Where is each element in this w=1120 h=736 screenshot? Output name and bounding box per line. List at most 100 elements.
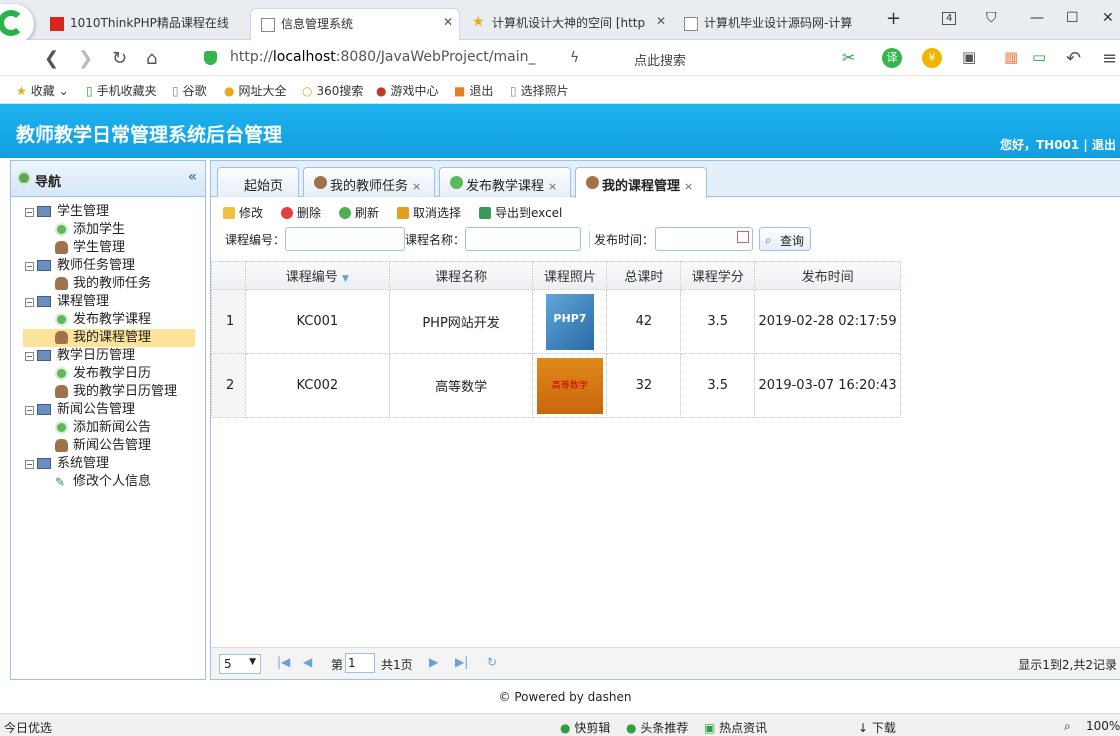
browser-logo-icon[interactable] bbox=[0, 4, 34, 44]
course-photo-image[interactable]: PHP7 bbox=[545, 293, 594, 350]
tree-item-my-courses[interactable]: 我的课程管理 bbox=[23, 329, 195, 347]
tab-my-courses[interactable]: 我的课程管理 × bbox=[575, 167, 707, 198]
browser-tab[interactable]: ★ 计算机设计大神的空间 [http ✕ bbox=[462, 8, 672, 40]
close-tab-icon[interactable]: × bbox=[548, 180, 557, 193]
column-header[interactable]: 课程照片 bbox=[532, 261, 608, 290]
course-name-input[interactable] bbox=[465, 227, 581, 251]
scissors-icon[interactable]: ✂ bbox=[842, 48, 855, 67]
course-photo-image[interactable]: 高等数学 bbox=[536, 357, 603, 414]
calendar-icon[interactable] bbox=[737, 231, 749, 243]
close-tab-icon[interactable]: ✕ bbox=[443, 15, 453, 29]
bookmark-item[interactable]: ▯ 选择照片 bbox=[510, 82, 569, 99]
status-item[interactable]: ↓ 下载 bbox=[858, 719, 896, 736]
first-page-icon[interactable]: |◀ bbox=[277, 655, 290, 669]
back-icon[interactable]: ❮ bbox=[44, 48, 59, 69]
column-header[interactable]: 课程编号 ▼ bbox=[244, 261, 390, 290]
close-tab-icon[interactable]: × bbox=[412, 180, 421, 193]
collapse-toggle-icon[interactable]: − bbox=[25, 208, 34, 217]
column-header[interactable]: 发布时间 bbox=[754, 261, 901, 290]
tree-group-system[interactable]: − 系统管理 bbox=[11, 455, 205, 473]
tree-item-student-manage[interactable]: 学生管理 bbox=[11, 239, 205, 257]
collapse-toggle-icon[interactable]: − bbox=[25, 262, 34, 271]
menu-icon[interactable]: ≡ bbox=[1102, 48, 1117, 69]
export-excel-button[interactable]: 导出到excel bbox=[479, 204, 562, 221]
tab-publish-course[interactable]: 发布教学课程 × bbox=[439, 167, 571, 197]
edit-button[interactable]: 修改 bbox=[223, 204, 263, 221]
tree-item-my-tasks[interactable]: 我的教师任务 bbox=[11, 275, 205, 293]
apps-icon[interactable]: ▦ bbox=[1004, 48, 1018, 66]
tab-home[interactable]: 起始页 bbox=[217, 167, 299, 197]
next-page-icon[interactable]: ▶ bbox=[429, 655, 438, 669]
column-header[interactable]: 总课时 bbox=[606, 261, 682, 290]
browser-tab[interactable]: 计算机毕业设计源码网-计算 bbox=[674, 8, 870, 40]
image-icon[interactable]: ▣ bbox=[962, 48, 976, 66]
tab-my-tasks[interactable]: 我的教师任务 × bbox=[303, 167, 435, 197]
column-header[interactable]: 课程学分 bbox=[680, 261, 756, 290]
home-icon[interactable]: ⌂ bbox=[146, 48, 157, 69]
shirt-icon[interactable]: ⛉ bbox=[986, 10, 997, 26]
prev-page-icon[interactable]: ◀ bbox=[303, 655, 312, 669]
coin-icon[interactable]: ¥ bbox=[922, 48, 942, 68]
new-tab-icon[interactable]: + bbox=[886, 8, 901, 29]
battery-icon[interactable]: ▭ bbox=[1032, 48, 1046, 66]
collapse-toggle-icon[interactable]: − bbox=[25, 298, 34, 307]
course-code-input[interactable] bbox=[285, 227, 405, 251]
table-row[interactable]: 2 KC002 高等数学 高等数学 32 3.5 2019-03-07 16:2… bbox=[211, 353, 901, 418]
sort-desc-icon[interactable]: ▼ bbox=[342, 274, 349, 284]
tree-group-teacher-tasks[interactable]: − 教师任务管理 bbox=[11, 257, 205, 275]
forward-icon[interactable]: ❯ bbox=[78, 48, 93, 69]
tree-group-news[interactable]: − 新闻公告管理 bbox=[11, 401, 205, 419]
reload-icon[interactable]: ↻ bbox=[112, 48, 127, 69]
query-button[interactable]: ⌕ 查询 bbox=[759, 227, 811, 251]
tree-group-calendar[interactable]: − 教学日历管理 bbox=[11, 347, 205, 365]
page-input[interactable]: 1 bbox=[345, 653, 375, 673]
tree-item-publish-course[interactable]: 发布教学课程 bbox=[11, 311, 205, 329]
bookmark-item[interactable]: ▯ 手机收藏夹 bbox=[86, 82, 157, 99]
collapse-toggle-icon[interactable]: − bbox=[25, 460, 34, 469]
tree-item-add-news[interactable]: 添加新闻公告 bbox=[11, 419, 205, 437]
close-window-icon[interactable]: ✕ bbox=[1102, 10, 1114, 26]
bookmark-item[interactable]: ★ 收藏 ⌄ bbox=[16, 82, 69, 99]
url-field[interactable]: http://localhost:8080/JavaWebProject/mai… bbox=[196, 46, 616, 70]
table-row[interactable]: 1 KC001 PHP网站开发 PHP7 42 3.5 2019-02-28 0… bbox=[211, 289, 901, 354]
close-tab-icon[interactable]: × bbox=[684, 180, 693, 193]
maximize-icon[interactable]: ☐ bbox=[1066, 10, 1079, 26]
last-page-icon[interactable]: ▶| bbox=[455, 655, 468, 669]
tree-item-news-manage[interactable]: 新闻公告管理 bbox=[11, 437, 205, 455]
refresh-button[interactable]: 刷新 bbox=[339, 204, 379, 221]
translate-icon[interactable]: 译 bbox=[882, 48, 902, 68]
tree-item-edit-profile[interactable]: ✎ 修改个人信息 bbox=[11, 473, 205, 491]
cancel-select-button[interactable]: 取消选择 bbox=[397, 204, 461, 221]
browser-tab-active[interactable]: 信息管理系统 ✕ bbox=[250, 8, 460, 40]
bookmark-item[interactable]: ● 游戏中心 bbox=[376, 82, 439, 99]
status-left[interactable]: 今日优选 bbox=[4, 719, 52, 736]
undo-icon[interactable]: ↶ bbox=[1066, 48, 1081, 69]
user-info[interactable]: 您好，TH001 | 退出 bbox=[1000, 136, 1116, 153]
page-size-select[interactable]: 5 ▼ bbox=[219, 654, 261, 674]
lightning-icon[interactable]: ϟ bbox=[570, 50, 579, 66]
collapse-icon[interactable]: « bbox=[188, 169, 197, 185]
close-tab-icon[interactable]: ✕ bbox=[656, 14, 666, 28]
status-item[interactable]: ● 头条推荐 bbox=[626, 719, 688, 736]
bookmark-item[interactable]: ● 网址大全 bbox=[224, 82, 287, 99]
bookmark-item[interactable]: ▯ 谷歌 bbox=[172, 82, 207, 99]
tree-item-publish-calendar[interactable]: 发布教学日历 bbox=[11, 365, 205, 383]
reload-icon[interactable]: ↻ bbox=[487, 655, 497, 669]
delete-button[interactable]: 删除 bbox=[281, 204, 321, 221]
tree-item-add-student[interactable]: 添加学生 bbox=[11, 221, 205, 239]
zoom-icon[interactable]: ⌕ bbox=[1064, 719, 1071, 734]
minimize-icon[interactable]: — bbox=[1030, 10, 1044, 26]
column-header[interactable]: 课程名称 bbox=[388, 261, 534, 290]
tree-group-students[interactable]: − 学生管理 bbox=[11, 203, 205, 221]
bookmark-item[interactable]: ■ 退出 bbox=[454, 82, 493, 99]
search-placeholder[interactable]: 点此搜索 bbox=[634, 50, 686, 69]
zoom-level[interactable]: 100% bbox=[1086, 719, 1120, 733]
tree-group-courses[interactable]: − 课程管理 bbox=[11, 293, 205, 311]
collapse-toggle-icon[interactable]: − bbox=[25, 352, 34, 361]
tree-item-my-calendar[interactable]: 我的教学日历管理 bbox=[11, 383, 205, 401]
collapse-toggle-icon[interactable]: − bbox=[25, 406, 34, 415]
bookmark-item[interactable]: ○ 360搜索 bbox=[302, 82, 363, 99]
status-item[interactable]: ● 快剪辑 bbox=[560, 719, 610, 736]
browser-tab[interactable]: 1010ThinkPHP精品课程在线 bbox=[40, 8, 248, 40]
status-item[interactable]: ▣ 热点资讯 bbox=[704, 719, 767, 736]
